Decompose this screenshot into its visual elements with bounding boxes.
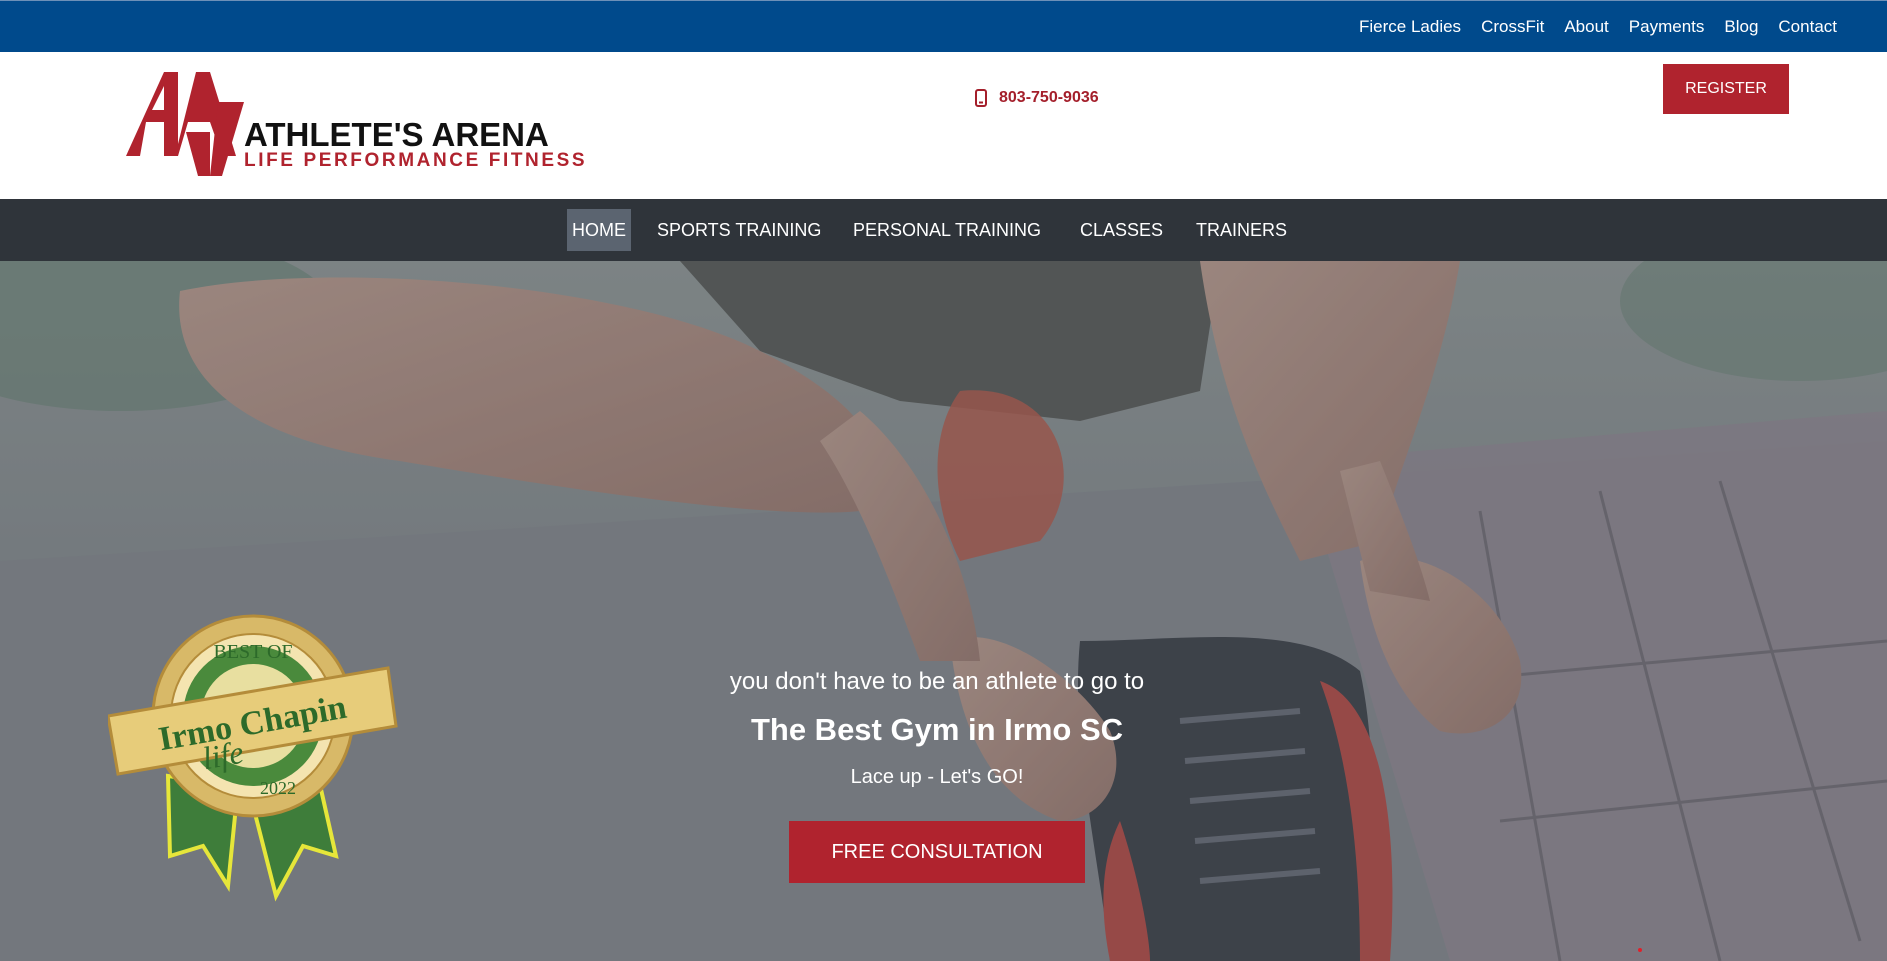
hero-title: The Best Gym in Irmo SC (750, 712, 1124, 747)
utility-link-contact[interactable]: Contact (1778, 17, 1837, 37)
phone-contact[interactable]: 803-750-9036 (975, 81, 1099, 115)
nav-item-personal-training[interactable]: PERSONAL TRAINING (848, 209, 1046, 251)
main-nav: HOME SPORTS TRAINING PERSONAL TRAINING C… (0, 199, 1887, 261)
nav-item-trainers[interactable]: TRAINERS (1191, 209, 1292, 251)
utility-nav: Fierce Ladies CrossFit About Payments Bl… (1359, 1, 1837, 53)
hero-section: BEST OF Irmo Chapin life 2022 you don't … (0, 261, 1887, 961)
nav-item-home[interactable]: HOME (567, 209, 631, 251)
logo-title: ATHLETE'S ARENA (244, 116, 549, 153)
hero-pre-title: you don't have to be an athlete to go to (729, 668, 1145, 695)
phone-number: 803-750-9036 (999, 89, 1099, 106)
register-button[interactable]: REGISTER (1663, 64, 1789, 114)
badge-best-of: BEST OF (213, 641, 292, 663)
logo-subtitle: LIFE PERFORMANCE FITNESS (244, 150, 588, 171)
site-header: ATHLETE'S ARENA LIFE PERFORMANCE FITNESS… (0, 52, 1887, 199)
hero-subtitle: Lace up - Let's GO! (850, 766, 1024, 788)
utility-link-fierce-ladies[interactable]: Fierce Ladies (1359, 17, 1461, 37)
site-logo[interactable]: ATHLETE'S ARENA LIFE PERFORMANCE FITNESS (126, 72, 585, 182)
nav-item-sports-training[interactable]: SPORTS TRAINING (652, 209, 826, 251)
utility-link-payments[interactable]: Payments (1629, 17, 1705, 37)
top-utility-bar: Fierce Ladies CrossFit About Payments Bl… (0, 0, 1887, 52)
best-of-award-badge: BEST OF Irmo Chapin life 2022 (108, 614, 398, 902)
utility-link-crossfit[interactable]: CrossFit (1481, 17, 1544, 37)
free-consultation-button[interactable]: FREE CONSULTATION (789, 821, 1085, 883)
red-dot-marker (1638, 948, 1642, 952)
utility-link-blog[interactable]: Blog (1724, 17, 1758, 37)
nav-item-classes[interactable]: CLASSES (1075, 209, 1168, 251)
mobile-phone-icon (975, 89, 987, 107)
utility-link-about[interactable]: About (1564, 17, 1608, 37)
